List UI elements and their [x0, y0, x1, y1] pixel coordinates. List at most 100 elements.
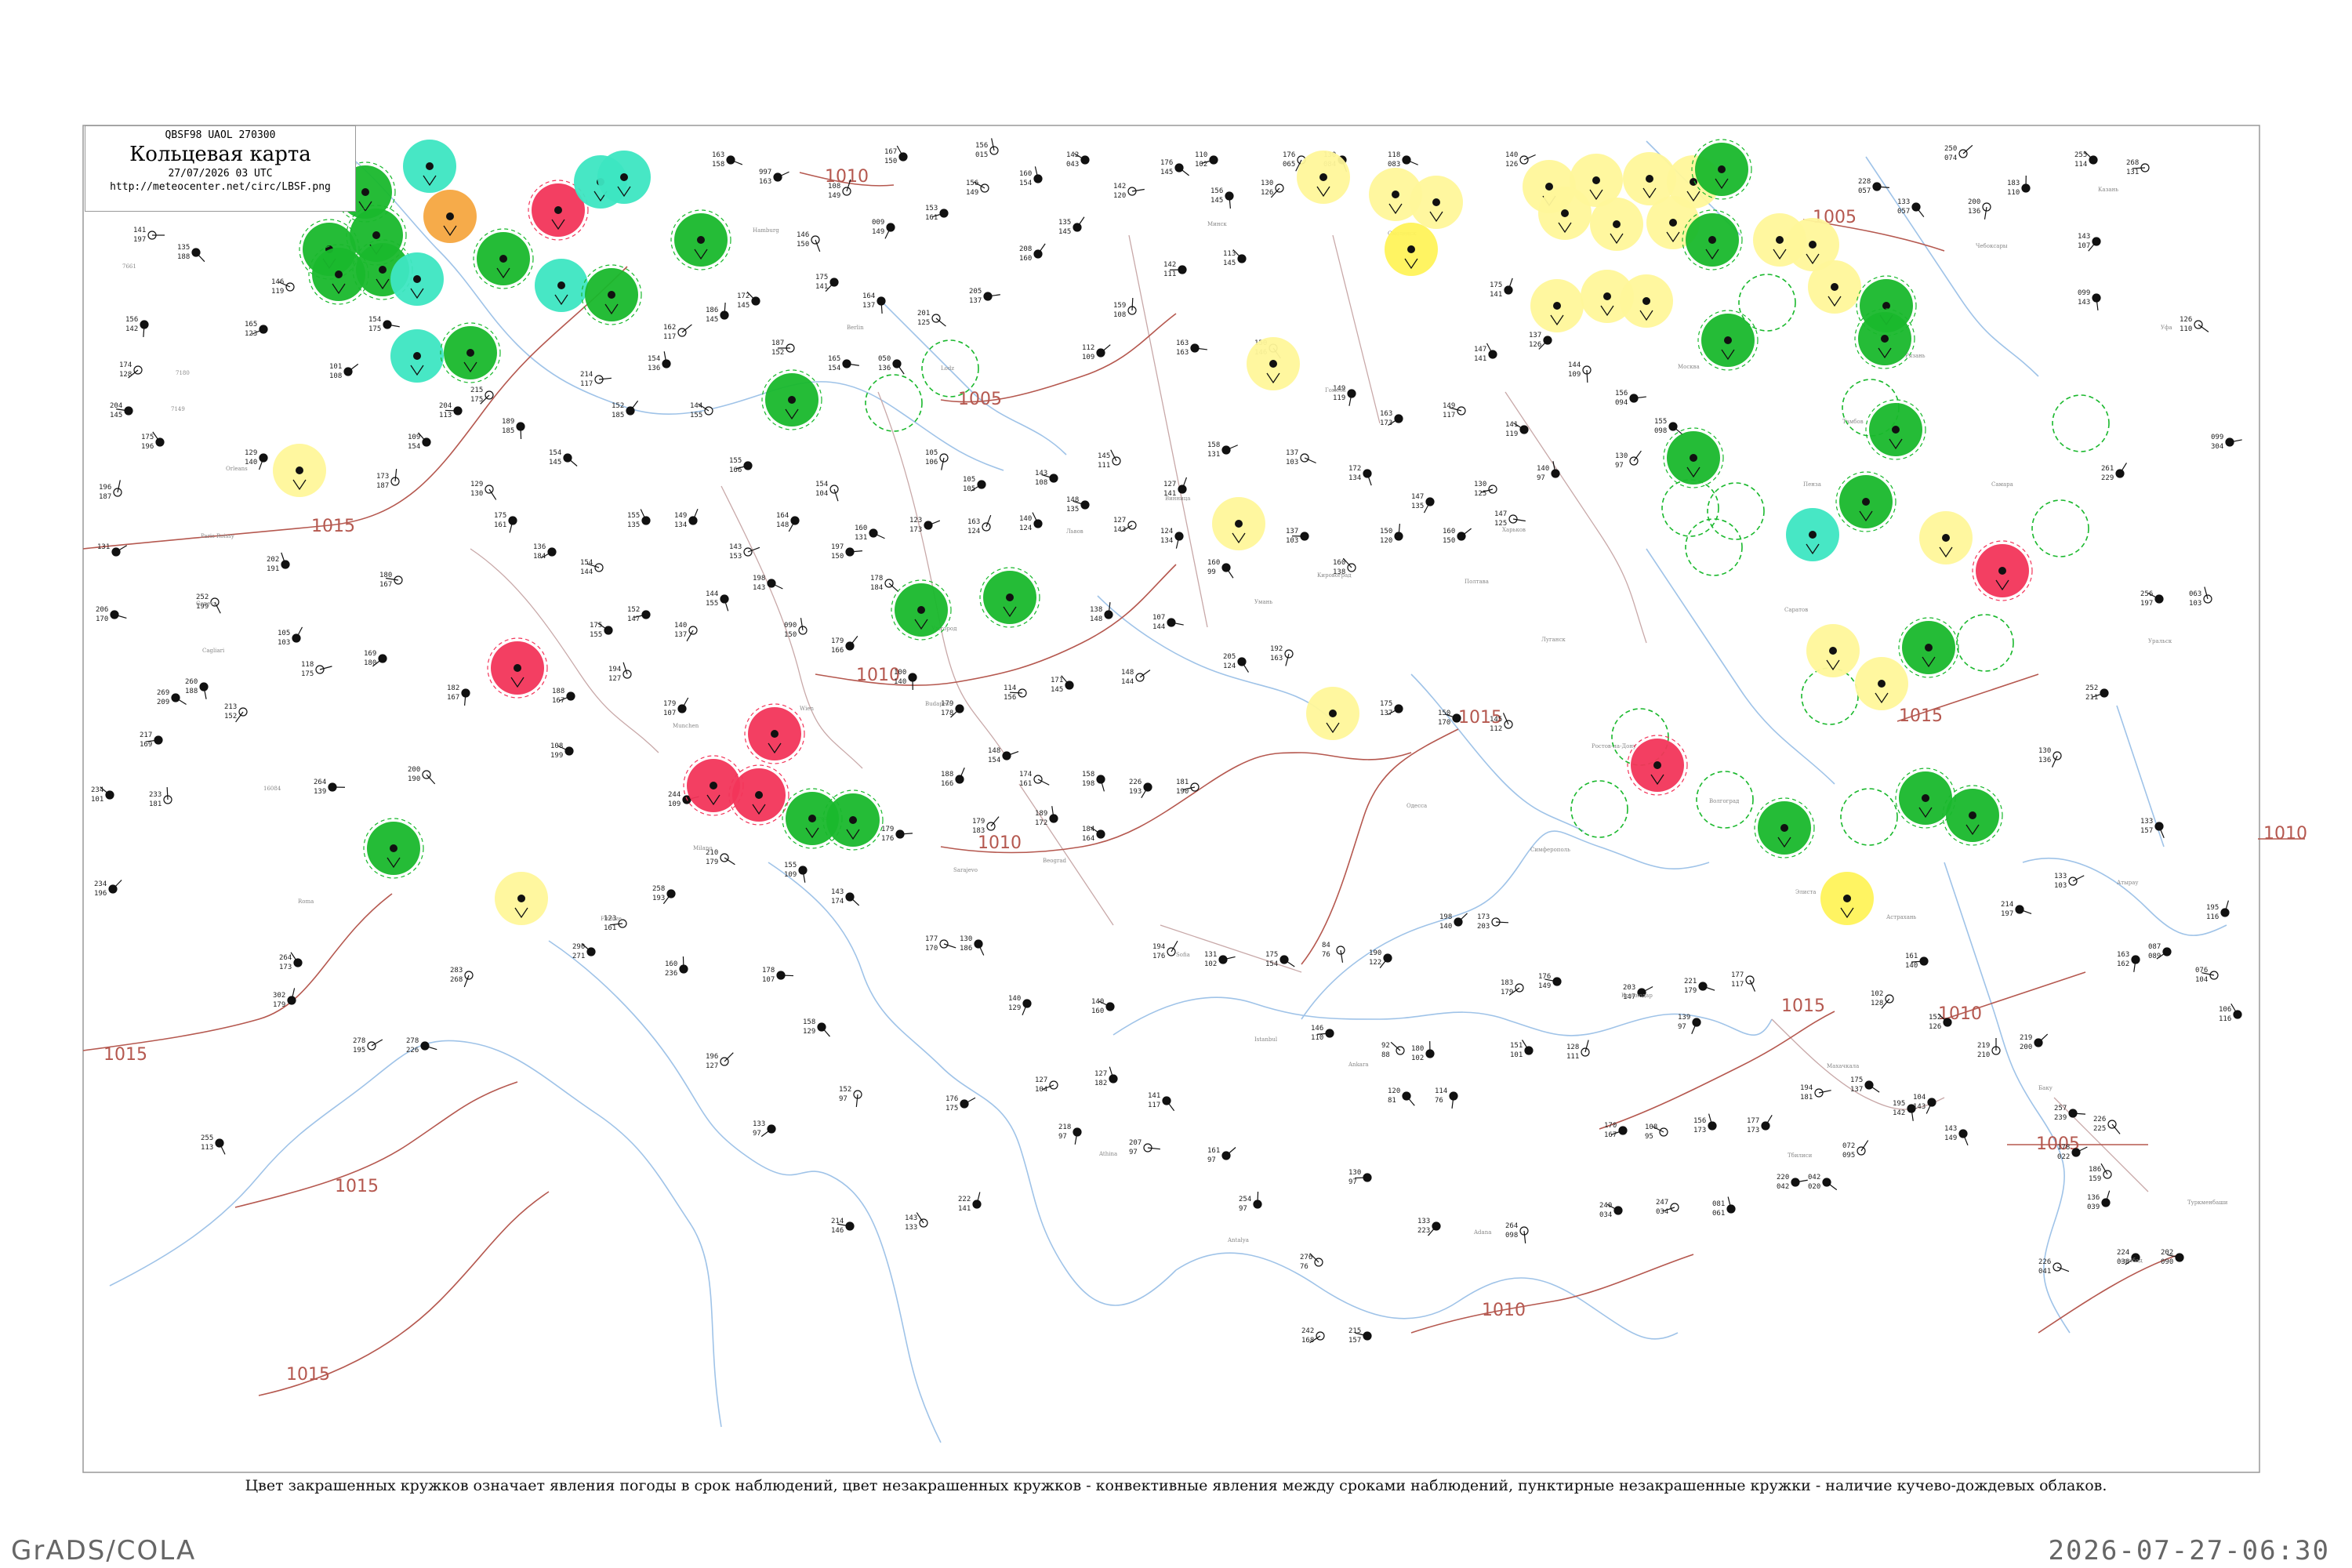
- station-value: 154: [988, 757, 1000, 764]
- cloud-cover-symbol: [413, 275, 421, 283]
- station-value: 147: [627, 615, 640, 623]
- station-value: 131: [1207, 451, 1220, 459]
- station-value: 140: [1008, 995, 1021, 1003]
- station-value: 163: [967, 518, 980, 526]
- station-name: 7661: [122, 263, 136, 270]
- cloud-cover-symbol: [1776, 236, 1784, 244]
- station-value: 130: [960, 935, 972, 943]
- station-value: 149: [1944, 1134, 1957, 1142]
- station-value: 188: [941, 771, 953, 779]
- station-value: 089: [2148, 953, 2161, 960]
- cloud-cover-symbol: [788, 396, 796, 404]
- station-value: 200: [2020, 1044, 2032, 1051]
- station-value: 183: [972, 827, 985, 835]
- map-url[interactable]: http://meteocenter.net/circ/LBSF.png: [85, 181, 355, 193]
- station-name: Уфа: [2161, 325, 2172, 331]
- station-value: 209: [157, 699, 169, 706]
- station-value: 247: [1656, 1199, 1668, 1207]
- cloud-cover-symbol: [1892, 426, 1900, 434]
- station-name: Казань: [2098, 187, 2118, 193]
- station-value: 219: [1977, 1042, 1990, 1050]
- station-value: 185: [502, 427, 514, 435]
- station-value: 188: [185, 688, 198, 695]
- station-name: Туркменбаши: [2187, 1200, 2228, 1206]
- station-value: 145: [737, 302, 750, 310]
- station-value: 103: [1286, 459, 1298, 466]
- station-value: 106: [2219, 1006, 2231, 1014]
- station-value: 101: [329, 363, 342, 371]
- station-value: 090: [2161, 1258, 2173, 1266]
- station-value: 185: [612, 412, 624, 419]
- station-name: Краснодар: [1621, 993, 1653, 999]
- station-name: Beograd: [1043, 858, 1067, 864]
- station-value: 107: [1152, 614, 1165, 622]
- station-value: 102: [1204, 960, 1217, 968]
- cloud-cover-symbol: [608, 291, 615, 299]
- cloud-cover-symbol: [1922, 794, 1929, 802]
- weather-circle-teal: [535, 259, 588, 312]
- station-value: 133: [753, 1120, 765, 1128]
- station-value: 148: [988, 747, 1000, 755]
- station-value: 147: [1411, 493, 1424, 501]
- weather-circle-yellow: [1820, 872, 1874, 925]
- station-value: 154: [549, 449, 561, 457]
- station-value: 034: [1656, 1208, 1668, 1216]
- station-value: 146: [271, 278, 284, 286]
- station-value: 167: [447, 694, 459, 702]
- cloud-cover-symbol: [1878, 680, 1886, 688]
- station-value: 97: [839, 1095, 848, 1103]
- station-value: 110: [1195, 151, 1207, 159]
- wind-barb: [166, 786, 169, 800]
- station-value: 101: [91, 796, 103, 804]
- cloud-cover-symbol: [697, 236, 705, 244]
- station-value: 215: [1348, 1327, 1361, 1335]
- station-value: 81: [1388, 1097, 1396, 1105]
- station-value: 196: [94, 890, 107, 898]
- station-value: 130: [1348, 1169, 1361, 1177]
- station-name: Астрахань: [1886, 914, 1917, 920]
- station-value: 164: [776, 512, 789, 520]
- station-value: 167: [552, 697, 564, 705]
- isobar-label: 1015: [1899, 706, 1943, 726]
- station-value: 142: [1066, 151, 1079, 159]
- station-value: 137: [862, 302, 875, 310]
- station-value: 139: [1678, 1014, 1690, 1022]
- legend-caption: Цвет закрашенных кружков означает явлени…: [245, 1477, 2107, 1494]
- cloud-cover-symbol: [557, 281, 565, 289]
- station-value: 114: [1435, 1087, 1447, 1095]
- station-value: 143: [1944, 1125, 1957, 1133]
- station-value: 133: [1897, 198, 1910, 206]
- station-name: Athina: [1098, 1151, 1117, 1157]
- station-value: 191: [267, 565, 279, 573]
- station-value: 242: [1301, 1327, 1314, 1335]
- station-value: 154: [828, 365, 840, 372]
- station-value: 175: [1380, 700, 1392, 708]
- cloud-cover-symbol: [335, 270, 343, 278]
- station-value: 174: [1019, 771, 1032, 779]
- station-value: 117: [580, 380, 593, 388]
- station-value: 076: [2195, 967, 2208, 975]
- cloud-cover-symbol: [1809, 531, 1817, 539]
- station-value: 009: [872, 219, 884, 227]
- station-name: Тбилиси: [1788, 1152, 1813, 1159]
- station-value: 220: [1777, 1174, 1789, 1181]
- station-value: 175: [470, 396, 483, 404]
- station-name: Гомель: [1325, 387, 1346, 394]
- station-name: Cagliari: [202, 648, 225, 654]
- station-value: 034: [1599, 1211, 1612, 1219]
- station-value: 143: [729, 543, 742, 551]
- station-value: 131: [1204, 951, 1217, 959]
- station-value: 081: [1712, 1200, 1725, 1208]
- station-value: 157: [1348, 1337, 1361, 1345]
- station-value: 110: [2007, 189, 2020, 197]
- station-name: Budapest: [925, 701, 952, 707]
- wind-barb: [780, 975, 794, 977]
- station-value: 118: [1388, 151, 1400, 159]
- station-value: 156: [1615, 390, 1628, 397]
- station-value: 156: [1210, 187, 1223, 195]
- wind-barb: [1009, 691, 1023, 694]
- station-value: 201: [917, 310, 930, 318]
- station-value: 133: [2140, 818, 2153, 826]
- station-value: 124: [1160, 528, 1173, 535]
- station-value: 160: [855, 524, 867, 532]
